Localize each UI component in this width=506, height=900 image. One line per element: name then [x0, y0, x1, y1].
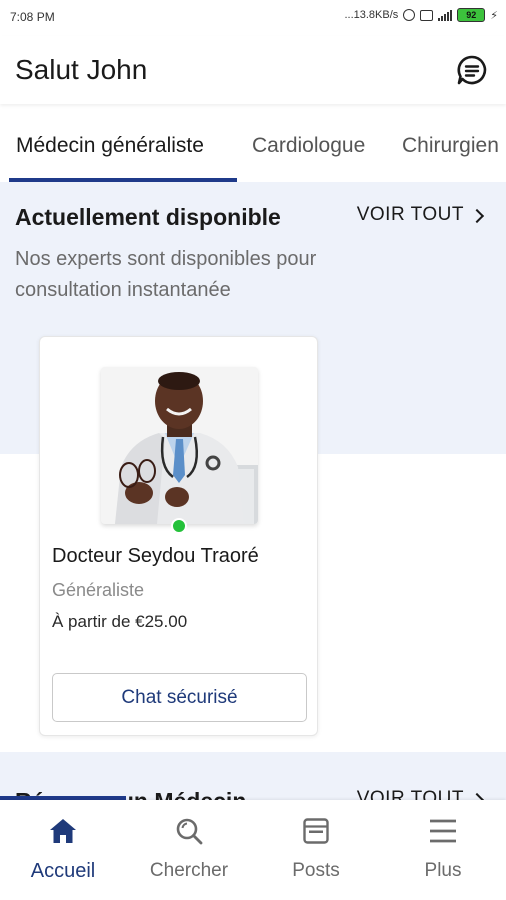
nav-label: Accueil — [30, 860, 96, 882]
see-all-label: VOIR TOUT — [356, 204, 464, 225]
network-speed: ...13.8KB/s — [344, 9, 399, 21]
nav-item-posts[interactable]: Posts — [253, 800, 379, 900]
battery-icon: 92 — [457, 8, 486, 22]
greeting-title: Salut John — [15, 54, 148, 85]
see-all-available-link[interactable]: VOIR TOUT — [356, 204, 485, 226]
battery-level: 92 — [466, 10, 477, 20]
charging-icon: ⚡ — [490, 9, 498, 22]
see-all-book-link[interactable]: VOIR TOUT — [356, 788, 485, 800]
status-bar: 7:08 PM ...13.8KB/s 92 ⚡ — [0, 0, 506, 36]
home-icon — [50, 819, 76, 843]
section-title: Actuellement disponible — [15, 204, 281, 230]
chat-bubble-icon[interactable] — [456, 54, 488, 86]
online-status-dot — [171, 518, 187, 534]
bottom-navigation: Accueil Chercher Posts Plus — [0, 800, 506, 900]
secure-chat-button[interactable]: Chat sécurisé — [52, 673, 307, 722]
nav-label: Chercher — [149, 860, 229, 881]
menu-icon — [430, 819, 456, 843]
doctor-card[interactable]: Docteur Seydou Traoré Généraliste À part… — [39, 336, 318, 736]
doctor-photo — [101, 367, 258, 524]
nav-item-plus[interactable]: Plus — [380, 800, 506, 900]
signal-icon — [438, 9, 453, 21]
doctor-name: Docteur Seydou Traoré — [52, 545, 259, 567]
nav-label: Plus — [424, 860, 462, 881]
chevron-right-icon — [469, 792, 485, 800]
tab-medecin-generaliste[interactable]: Médecin généraliste — [16, 134, 204, 158]
tab-chirurgien[interactable]: Chirurgien — [402, 134, 499, 158]
posts-icon — [303, 818, 329, 844]
chevron-right-icon — [469, 208, 485, 223]
specialty-tabs: Médecin généraliste Cardiologue Chirurgi… — [0, 110, 506, 182]
doctor-price: À partir de €25.00 — [52, 612, 188, 631]
data-icon — [420, 9, 434, 21]
see-all-label: VOIR TOUT — [356, 788, 464, 800]
alarm-icon — [403, 9, 416, 21]
nav-label: Posts — [292, 860, 340, 881]
section-description: Nos experts sont disponibles pour consul… — [15, 248, 317, 301]
book-doctor-section: Réserver un Médecin VOIR TOUT — [0, 752, 506, 800]
nav-item-accueil[interactable]: Accueil — [0, 800, 126, 900]
app-header: Salut John — [0, 36, 506, 104]
status-time: 7:08 PM — [10, 10, 55, 24]
tab-cardiologue[interactable]: Cardiologue — [252, 134, 365, 158]
doctor-specialty: Généraliste — [52, 580, 145, 600]
status-icons: ...13.8KB/s 92 ⚡ — [344, 8, 498, 22]
nav-item-chercher[interactable]: Chercher — [126, 800, 252, 900]
search-icon — [176, 818, 203, 845]
